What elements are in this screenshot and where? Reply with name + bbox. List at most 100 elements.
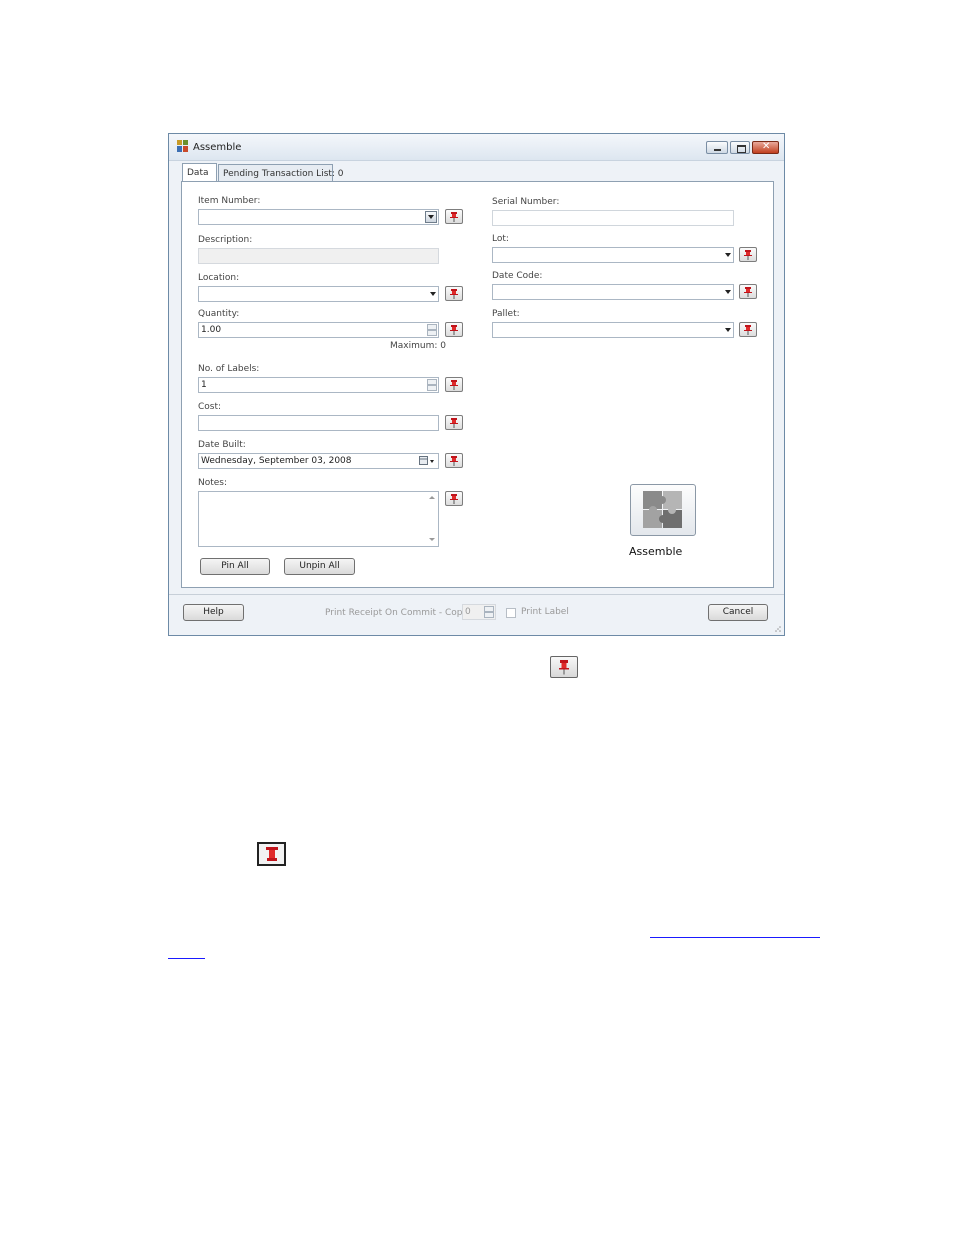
- labels-count-stepper[interactable]: 1: [198, 377, 439, 393]
- pin-all-button[interactable]: Pin All: [200, 558, 270, 575]
- labels-count-value: 1: [201, 380, 207, 390]
- unpin-all-button[interactable]: Unpin All: [284, 558, 355, 575]
- date-built-label: Date Built:: [198, 440, 246, 450]
- quantity-maximum: Maximum: 0: [390, 341, 446, 351]
- labels-count-spinner[interactable]: [427, 379, 437, 391]
- pin-all-label: Pin All: [221, 561, 249, 571]
- spin-down-icon[interactable]: [427, 385, 437, 391]
- data-panel: Item Number: Description: Location: Quan…: [181, 181, 774, 588]
- pin-icon: [450, 494, 458, 504]
- assemble-button[interactable]: [630, 484, 696, 536]
- pin-icon: [450, 325, 458, 335]
- pin-item-number-button[interactable]: [445, 209, 463, 224]
- close-icon: ✕: [762, 141, 771, 152]
- date-code-combo[interactable]: [492, 284, 734, 300]
- pin-date-built-button[interactable]: [445, 453, 463, 468]
- copies-stepper[interactable]: 0: [462, 604, 496, 620]
- location-combo[interactable]: [198, 286, 439, 302]
- tab-pending-transaction-list[interactable]: Pending Transaction List: 0: [218, 164, 344, 182]
- copies-value: 0: [465, 607, 471, 617]
- notes-label: Notes:: [198, 478, 228, 488]
- location-label: Location:: [198, 273, 240, 283]
- pin-location-button[interactable]: [445, 286, 463, 301]
- dropdown-arrow-icon[interactable]: [725, 253, 731, 257]
- pallet-label: Pallet:: [492, 309, 520, 319]
- date-code-label: Date Code:: [492, 271, 543, 281]
- maximize-button[interactable]: [730, 141, 750, 154]
- pin-icon: [450, 380, 458, 390]
- spin-down-icon[interactable]: [427, 330, 437, 336]
- pallet-combo[interactable]: [492, 322, 734, 338]
- cost-field[interactable]: [198, 415, 439, 431]
- pin-icon: [450, 418, 458, 428]
- date-built-picker[interactable]: Wednesday, September 03, 2008: [198, 453, 439, 469]
- pin-icon: [744, 287, 752, 297]
- pin-labels-button[interactable]: [445, 377, 463, 392]
- pin-icon: [450, 212, 458, 222]
- minimize-button[interactable]: [706, 141, 728, 154]
- description-label: Description:: [198, 235, 253, 245]
- item-number-combo[interactable]: [198, 209, 439, 225]
- date-built-value: Wednesday, September 03, 2008: [201, 456, 352, 466]
- hyperlink-underline[interactable]: [650, 937, 820, 938]
- calendar-icon[interactable]: [419, 456, 435, 466]
- scroll-down-icon[interactable]: [429, 538, 435, 541]
- copies-spinner[interactable]: [484, 606, 494, 618]
- serial-number-label: Serial Number:: [492, 197, 560, 207]
- dropdown-arrow-icon[interactable]: [725, 328, 731, 332]
- spin-down-icon[interactable]: [484, 612, 494, 618]
- pin-icon: [266, 847, 278, 861]
- dropdown-arrow-icon[interactable]: [430, 292, 436, 296]
- help-label: Help: [203, 607, 224, 617]
- pin-icon: [450, 456, 458, 466]
- scroll-up-icon[interactable]: [429, 496, 435, 499]
- print-label-text: Print Label: [521, 607, 569, 617]
- assemble-window: Assemble ✕ Data Pending Transaction List…: [168, 133, 785, 636]
- cost-label: Cost:: [198, 402, 222, 412]
- dropdown-arrow-icon: [428, 215, 434, 219]
- close-button[interactable]: ✕: [752, 141, 779, 154]
- description-field: [198, 248, 439, 264]
- pin-icon: [744, 325, 752, 335]
- serial-number-field[interactable]: [492, 210, 734, 226]
- window-title: Assemble: [193, 142, 242, 153]
- pin-notes-button[interactable]: [445, 491, 463, 506]
- puzzle-icon: [643, 491, 682, 528]
- cancel-button[interactable]: Cancel: [708, 604, 768, 621]
- footer-separator: [169, 594, 784, 595]
- quantity-stepper[interactable]: 1.00: [198, 322, 439, 338]
- print-label-checkbox[interactable]: [506, 608, 516, 618]
- minimize-icon: [714, 149, 721, 151]
- pin-icon: [559, 660, 569, 675]
- pin-button-sample: [550, 656, 578, 678]
- tab-data[interactable]: Data: [182, 163, 217, 183]
- pinned-button-sample: [257, 842, 286, 866]
- pin-cost-button[interactable]: [445, 415, 463, 430]
- pin-pallet-button[interactable]: [739, 322, 757, 337]
- notes-textarea[interactable]: [198, 491, 439, 547]
- hyperlink-underline-continued[interactable]: [168, 958, 205, 959]
- quantity-value: 1.00: [201, 325, 222, 335]
- quantity-spinner[interactable]: [427, 324, 437, 336]
- maximize-icon: [737, 145, 746, 153]
- dropdown-arrow-icon[interactable]: [725, 290, 731, 294]
- pin-icon: [744, 250, 752, 260]
- cancel-label: Cancel: [722, 607, 754, 617]
- pin-icon: [450, 289, 458, 299]
- item-number-dropdown-button[interactable]: [425, 211, 437, 223]
- print-receipt-label: Print Receipt On Commit - Copies:: [325, 608, 479, 618]
- item-number-label: Item Number:: [198, 196, 261, 206]
- document-page: { "window": { "title": "Assemble", "icon…: [0, 0, 954, 1235]
- resize-grip-icon[interactable]: [773, 624, 781, 632]
- help-button[interactable]: Help: [183, 604, 244, 621]
- pin-quantity-button[interactable]: [445, 322, 463, 337]
- unpin-all-label: Unpin All: [299, 561, 340, 571]
- assemble-app-icon: [177, 140, 188, 152]
- quantity-label: Quantity:: [198, 309, 240, 319]
- lot-combo[interactable]: [492, 247, 734, 263]
- pin-date-code-button[interactable]: [739, 284, 757, 299]
- tab-label: Pending Transaction List: 0: [223, 169, 344, 179]
- pin-lot-button[interactable]: [739, 247, 757, 262]
- assemble-label: Assemble: [629, 545, 683, 558]
- title-bar: Assemble ✕: [169, 134, 784, 161]
